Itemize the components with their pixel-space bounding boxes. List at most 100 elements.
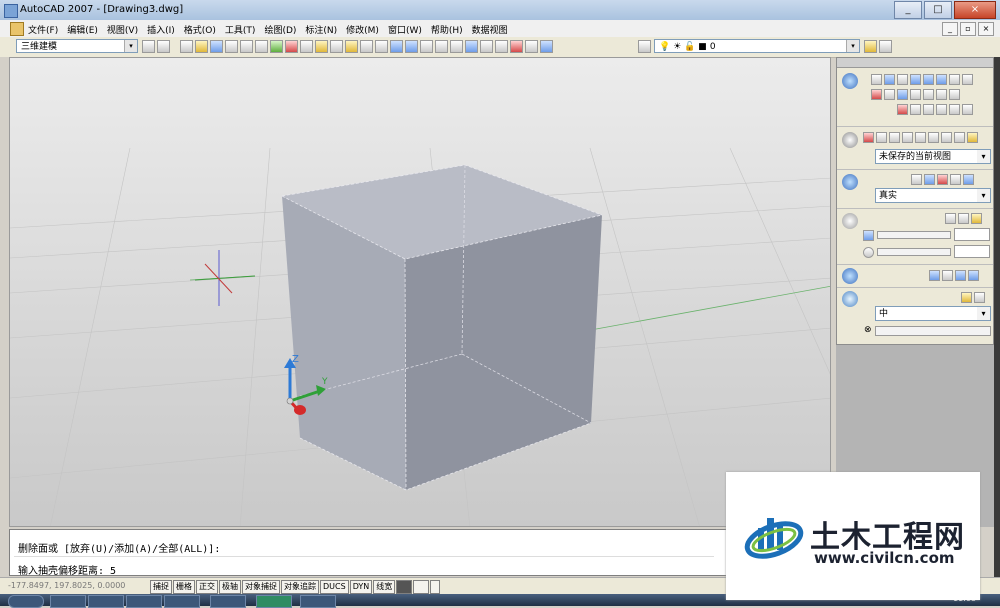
date-field[interactable] bbox=[954, 228, 990, 241]
design-center-icon[interactable] bbox=[465, 40, 478, 53]
time-slider[interactable] bbox=[877, 248, 951, 256]
revolve-icon[interactable] bbox=[897, 89, 908, 100]
render-icon[interactable] bbox=[842, 291, 858, 307]
command-prompt-line[interactable]: 输入抽壳偏移距离: 5 bbox=[18, 562, 116, 577]
thicken-icon[interactable] bbox=[949, 89, 960, 100]
pan-icon[interactable] bbox=[390, 40, 403, 53]
ortho-toggle[interactable]: 正交 bbox=[196, 580, 218, 594]
date-icon[interactable] bbox=[863, 230, 874, 241]
markup-icon[interactable] bbox=[510, 40, 523, 53]
print-preview-icon[interactable] bbox=[240, 40, 253, 53]
3d-orbit-icon[interactable] bbox=[889, 132, 900, 143]
new-file-icon[interactable] bbox=[180, 40, 193, 53]
taskbar-app-3[interactable] bbox=[126, 595, 162, 608]
walk-icon[interactable] bbox=[915, 132, 926, 143]
time-field[interactable] bbox=[954, 245, 990, 258]
intersect-icon[interactable] bbox=[923, 104, 934, 115]
zoom-window-icon[interactable] bbox=[420, 40, 433, 53]
autocad-app-icon[interactable] bbox=[4, 4, 18, 18]
3d-make-icon[interactable] bbox=[842, 73, 858, 89]
lineweight-toggle[interactable]: 线宽 bbox=[373, 580, 396, 594]
named-views-icon[interactable] bbox=[941, 132, 952, 143]
view-manager-icon[interactable] bbox=[967, 132, 978, 143]
menu-view[interactable]: 视图(V) bbox=[107, 23, 138, 36]
match-properties-icon[interactable] bbox=[330, 40, 343, 53]
polysolid-icon[interactable] bbox=[871, 74, 882, 85]
snap-toggle[interactable]: 捕捉 bbox=[150, 580, 172, 594]
shadow-icon[interactable] bbox=[911, 174, 922, 185]
3d-box-solid[interactable] bbox=[281, 164, 603, 491]
render-quality-combo[interactable]: 中 ▾ bbox=[875, 306, 991, 321]
make-layer-current-icon[interactable] bbox=[864, 40, 877, 53]
visual-style-manager-icon[interactable] bbox=[963, 174, 974, 185]
taskbar-autocad[interactable] bbox=[300, 595, 336, 608]
coordinate-readout[interactable]: -177.8497, 197.8025, 0.0000 bbox=[8, 581, 125, 590]
interfere-icon[interactable] bbox=[936, 104, 947, 115]
union-icon[interactable] bbox=[871, 89, 882, 100]
loft-icon[interactable] bbox=[923, 89, 934, 100]
pyramid-icon[interactable] bbox=[949, 74, 960, 85]
grid-toggle[interactable]: 栅格 bbox=[173, 580, 195, 594]
doc-minimize-button[interactable]: _ bbox=[942, 22, 958, 36]
taskbar-app-1[interactable] bbox=[50, 595, 86, 608]
print-icon[interactable] bbox=[225, 40, 238, 53]
start-button[interactable] bbox=[8, 595, 44, 608]
command-line[interactable]: 删除面或 [放弃(U)/添加(A)/全部(ALL)]: 输入抽壳偏移距离: 5 bbox=[9, 529, 831, 577]
menu-edit[interactable]: 编辑(E) bbox=[67, 23, 98, 36]
texture-icon[interactable] bbox=[955, 270, 966, 281]
material-icon[interactable] bbox=[950, 174, 961, 185]
osnap-toggle[interactable]: 对象捕捉 bbox=[242, 580, 280, 594]
status-menu-icon[interactable] bbox=[430, 580, 441, 594]
exposure-slider[interactable] bbox=[875, 326, 991, 336]
sheet-set-icon[interactable] bbox=[495, 40, 508, 53]
menu-insert[interactable]: 插入(I) bbox=[147, 23, 175, 36]
drawing-viewport[interactable]: Z Y bbox=[9, 57, 831, 527]
camera-icon[interactable] bbox=[954, 132, 965, 143]
material-map-icon[interactable] bbox=[929, 270, 940, 281]
box-icon[interactable] bbox=[884, 74, 895, 85]
date-slider[interactable] bbox=[877, 231, 951, 239]
properties-icon[interactable] bbox=[450, 40, 463, 53]
paste-icon[interactable] bbox=[315, 40, 328, 53]
taskbar-app-2[interactable] bbox=[88, 595, 124, 608]
chevron-down-icon[interactable]: ▾ bbox=[846, 40, 859, 52]
minimize-button[interactable]: _ bbox=[894, 1, 922, 19]
material-section-icon[interactable] bbox=[842, 268, 858, 284]
attach-material-icon[interactable] bbox=[968, 270, 979, 281]
fly-icon[interactable] bbox=[928, 132, 939, 143]
render-window-icon[interactable] bbox=[974, 292, 985, 303]
taskbar-app-5[interactable] bbox=[210, 595, 246, 608]
point-light-icon[interactable] bbox=[958, 213, 969, 224]
subtract-icon[interactable] bbox=[910, 104, 921, 115]
dyn-toggle[interactable]: DYN bbox=[349, 580, 373, 594]
workspace-save-icon[interactable] bbox=[157, 40, 170, 53]
light-list-icon[interactable] bbox=[971, 213, 982, 224]
zoom-realtime-icon[interactable] bbox=[405, 40, 418, 53]
model-icon[interactable] bbox=[396, 580, 413, 594]
chevron-down-icon[interactable]: ▾ bbox=[977, 189, 990, 202]
section-plane-icon[interactable] bbox=[949, 104, 960, 115]
visual-style-combo[interactable]: 真实 ▾ bbox=[875, 188, 991, 203]
dashboard-title-bar[interactable] bbox=[837, 58, 993, 68]
zoom-previous-icon[interactable] bbox=[435, 40, 448, 53]
layer-manager-icon[interactable] bbox=[638, 40, 651, 53]
sun-icon[interactable] bbox=[945, 213, 956, 224]
undo-icon[interactable] bbox=[360, 40, 373, 53]
taskbar-app-6[interactable] bbox=[256, 595, 292, 608]
presspull-icon[interactable] bbox=[897, 104, 908, 115]
cylinder-icon[interactable] bbox=[936, 74, 947, 85]
light-icon[interactable] bbox=[842, 213, 858, 229]
menu-dimension[interactable]: 标注(N) bbox=[305, 23, 337, 36]
menu-draw[interactable]: 绘图(D) bbox=[264, 23, 296, 36]
clock-icon[interactable] bbox=[863, 247, 874, 258]
render-region-icon[interactable] bbox=[961, 292, 972, 303]
menu-window[interactable]: 窗口(W) bbox=[388, 23, 422, 36]
flatshot-icon[interactable] bbox=[962, 104, 973, 115]
close-button[interactable]: × bbox=[954, 1, 996, 19]
menu-tools[interactable]: 工具(T) bbox=[225, 23, 256, 36]
menu-file[interactable]: 文件(F) bbox=[28, 23, 58, 36]
publish-icon[interactable] bbox=[255, 40, 268, 53]
menu-modify[interactable]: 修改(M) bbox=[346, 23, 379, 36]
cone-icon[interactable] bbox=[910, 74, 921, 85]
face-color-icon[interactable] bbox=[937, 174, 948, 185]
